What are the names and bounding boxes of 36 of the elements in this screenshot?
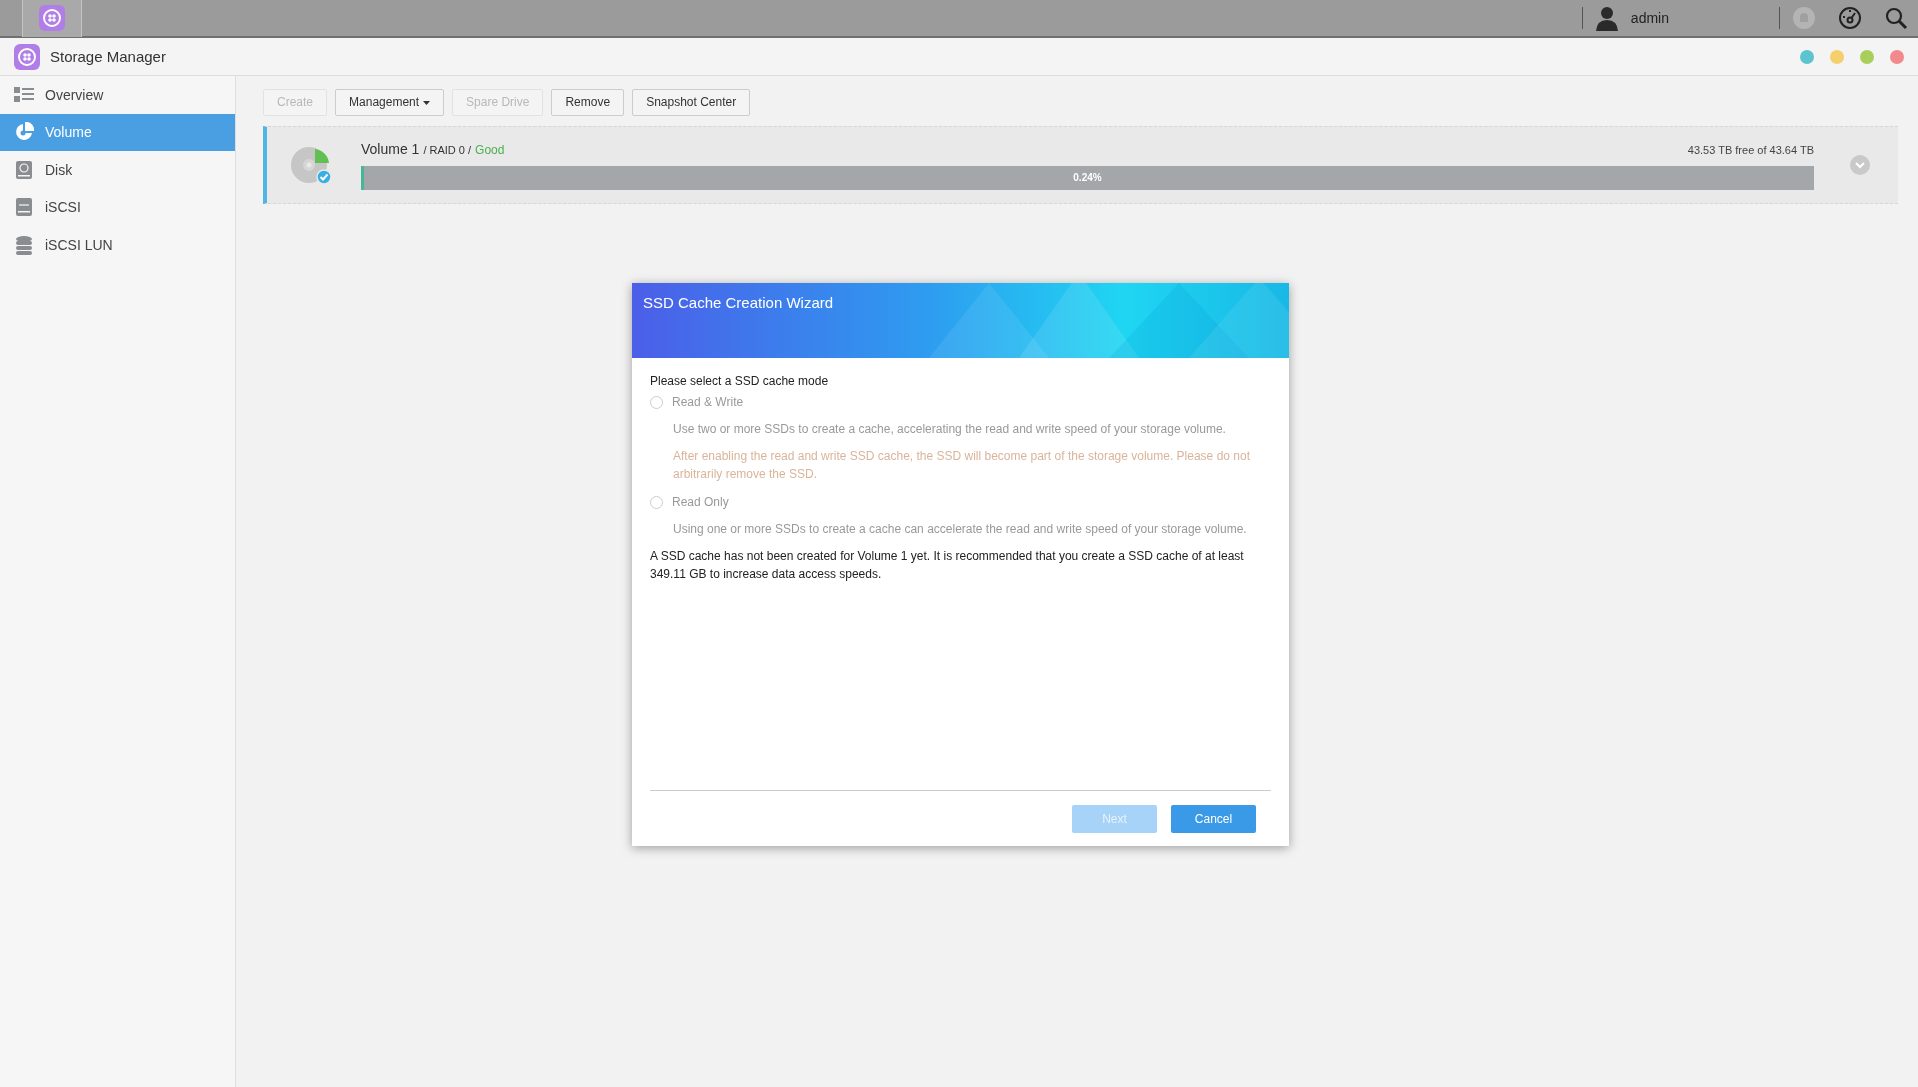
sidebar-item[interactable]: iSCSI (0, 188, 235, 226)
notification-icon[interactable] (1792, 6, 1816, 30)
sidebar-item[interactable]: Disk (0, 151, 235, 189)
window-control-dot[interactable] (1830, 49, 1844, 64)
list-icon (14, 86, 34, 103)
user-name[interactable]: admin (1630, 10, 1669, 26)
drive-icon (15, 197, 33, 218)
usage-reading: 0.24% (1073, 172, 1102, 183)
dialog-title: SSD Cache Creation Wizard (642, 293, 835, 311)
database-icon (15, 234, 33, 255)
volume-status: Good (475, 142, 505, 157)
toolbar-button[interactable]: Remove (551, 88, 625, 116)
window-control-dot[interactable] (1860, 49, 1874, 64)
gauge-icon[interactable] (1838, 6, 1862, 30)
volume-raid: / RAID 0 / (423, 143, 472, 156)
option-description: Using one or more SSDs to create a cache can accelerate the read and write speed of your storage volume. (673, 522, 1248, 536)
recommendation-text: A SSD cache has not been created for Volume 1 yet. It is recommended that you create a SSD cache of at least 349.11 GB to increase data access speeds. (650, 548, 1245, 583)
capacity-text: 43.53 TB free of 43.64 TB (1687, 143, 1814, 156)
pie-chart-icon (14, 122, 34, 143)
dialog-button[interactable]: Cancel (1171, 804, 1256, 833)
sidebar-item[interactable]: Overview (0, 76, 235, 114)
window-control-dot[interactable] (1800, 49, 1814, 64)
sidebar-item[interactable]: iSCSI LUN (0, 226, 235, 264)
warning-text: After enabling the read and write SSD cache, the SSD will become part of the storage volume. Please do not arbitrarily remove the SSD. (673, 448, 1251, 483)
expand-icon[interactable] (1850, 155, 1870, 175)
option-description: Use two or more SSDs to create a cache, accelerating the read and write speed of your storage volume. (673, 422, 1227, 436)
window-control-dot[interactable] (1890, 49, 1904, 64)
user-icon[interactable] (1594, 5, 1619, 31)
search-icon[interactable] (1884, 6, 1908, 30)
volume-name: Volume 1 (361, 140, 420, 157)
toolbar-button[interactable]: Snapshot Center (632, 88, 751, 116)
app-logo[interactable] (14, 43, 40, 70)
toolbar-button[interactable]: Management (335, 88, 445, 116)
app-icon[interactable] (39, 5, 65, 31)
prompt-text: Please select a SSD cache mode (650, 374, 830, 388)
window-title: Storage Manager (50, 48, 167, 65)
